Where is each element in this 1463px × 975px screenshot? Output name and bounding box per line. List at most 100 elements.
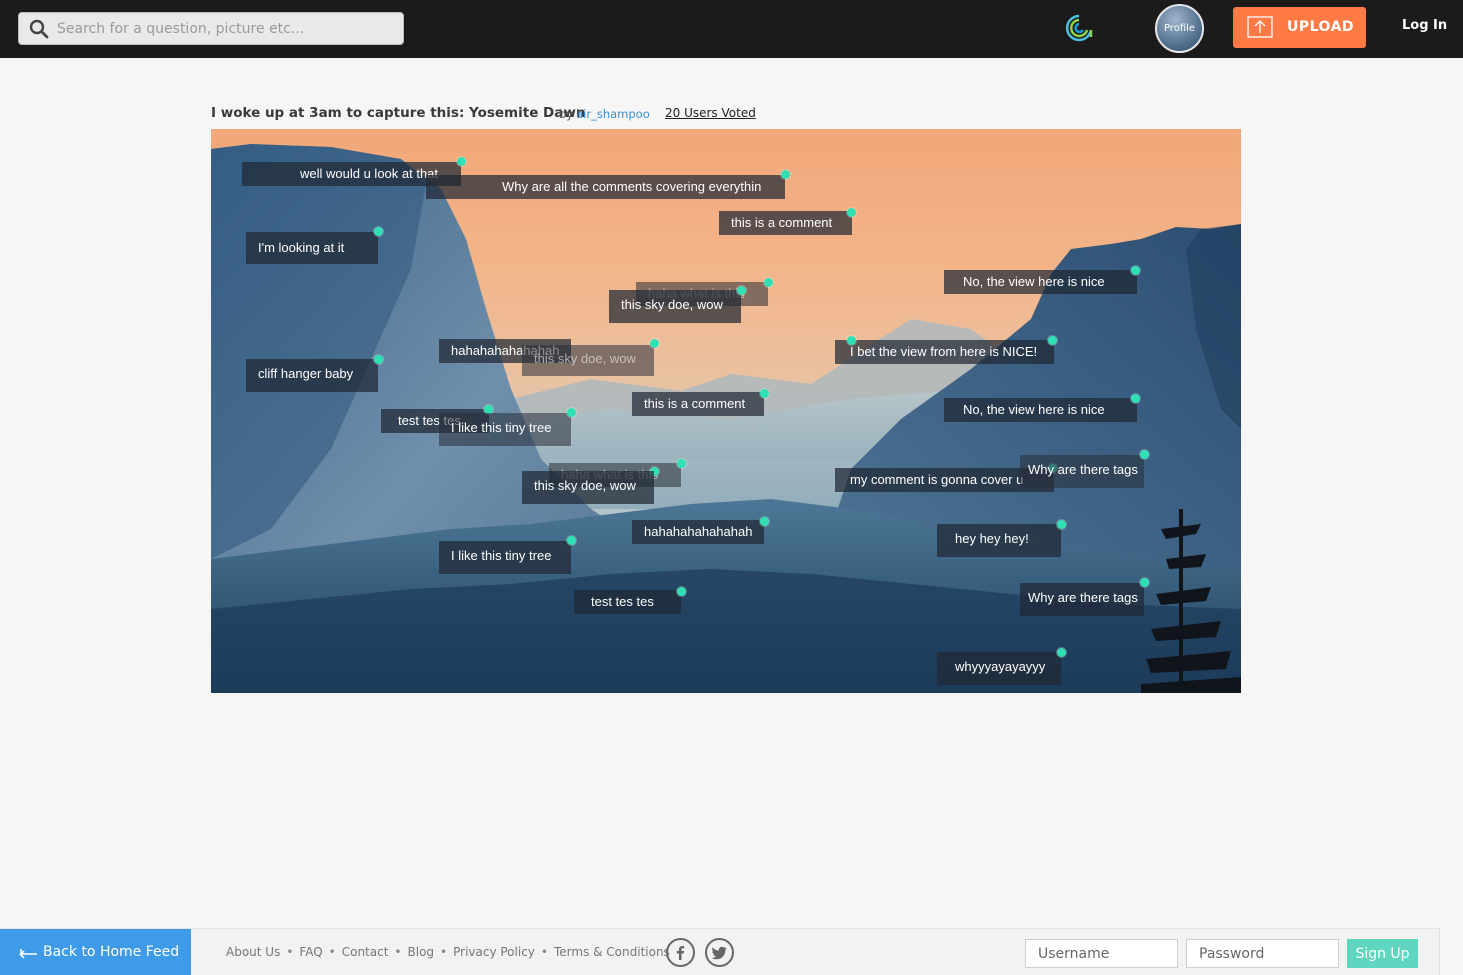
link-separator: • — [286, 945, 294, 959]
comment-text: Why are there tags — [1028, 590, 1138, 605]
post-byline: by air_shampoo — [559, 107, 650, 121]
comment-text: No, the view here is nice — [963, 274, 1105, 289]
comment-text: my comment is gonna cover u — [850, 472, 1024, 487]
comment-tag[interactable]: hahahahahahahah — [632, 520, 764, 544]
footer-link-blog[interactable]: Blog — [408, 945, 435, 959]
search-icon[interactable] — [29, 19, 49, 39]
comment-anchor-dot[interactable] — [374, 355, 383, 364]
comment-anchor-dot[interactable] — [1131, 266, 1140, 275]
password-field[interactable] — [1186, 939, 1339, 968]
comment-text: this sky doe, wow — [534, 351, 636, 366]
comment-text: I like this tiny tree — [451, 420, 552, 435]
comment-anchor-dot[interactable] — [847, 336, 856, 345]
comment-anchor-dot[interactable] — [760, 389, 769, 398]
comment-tag[interactable]: I'm looking at it — [246, 232, 378, 264]
site-logo-icon[interactable] — [1063, 12, 1095, 44]
post-photo[interactable]: well would u look at that Why are all th… — [211, 129, 1241, 693]
profile-label: Profile — [1163, 23, 1196, 34]
comment-anchor-dot[interactable] — [1057, 648, 1066, 657]
comment-anchor-dot[interactable] — [567, 536, 576, 545]
link-separator: • — [540, 945, 548, 959]
upload-label: UPLOAD — [1287, 19, 1355, 35]
footer-link-contact[interactable]: Contact — [342, 945, 389, 959]
login-link[interactable]: Log In — [1402, 18, 1447, 33]
comment-tag[interactable]: this is a comment — [632, 392, 764, 416]
comment-anchor-dot[interactable] — [1140, 578, 1149, 587]
comment-text: cliff hanger baby — [258, 366, 354, 381]
username-field[interactable] — [1025, 939, 1178, 968]
back-arrow-icon — [19, 949, 37, 959]
comment-anchor-dot[interactable] — [677, 459, 686, 468]
search-input[interactable] — [57, 17, 397, 41]
footer-link-privacy[interactable]: Privacy Policy — [453, 945, 535, 959]
top-navigation-bar: Profile UPLOAD Log In — [0, 0, 1463, 58]
comment-anchor-dot[interactable] — [847, 208, 856, 217]
comment-anchor-dot[interactable] — [781, 170, 790, 179]
back-label: Back to Home Feed — [43, 944, 180, 960]
comment-tag[interactable]: I like this tiny tree — [439, 413, 571, 446]
facebook-icon[interactable] — [666, 938, 695, 967]
comment-text: Why are all the comments covering everyt… — [502, 179, 762, 194]
comment-text: hey hey hey! — [955, 531, 1029, 546]
author-link[interactable]: air_shampoo — [576, 107, 650, 121]
comment-anchor-dot[interactable] — [650, 339, 659, 348]
link-separator: • — [328, 945, 336, 959]
search-box[interactable] — [18, 12, 404, 45]
footer-link-about[interactable]: About Us — [226, 945, 280, 959]
comment-text: this sky doe, wow — [621, 297, 723, 312]
footer-bar: Back to Home Feed About Us • FAQ • Contact • B… — [0, 928, 1440, 975]
footer-link-terms[interactable]: Terms & Conditions — [554, 945, 670, 959]
comment-anchor-dot[interactable] — [677, 587, 686, 596]
comment-tag[interactable]: this is a comment — [719, 211, 852, 235]
comment-anchor-dot[interactable] — [567, 408, 576, 417]
comment-tag[interactable]: test tes tes — [574, 590, 681, 614]
comment-text: hahahahahahahah — [644, 524, 753, 539]
back-to-feed-button[interactable]: Back to Home Feed — [0, 929, 191, 975]
comment-tag[interactable]: Why are there tags — [1020, 455, 1144, 488]
comment-anchor-dot[interactable] — [374, 227, 383, 236]
comment-text: Why are there tags — [1028, 462, 1138, 477]
comment-tag[interactable]: No, the view here is nice — [944, 398, 1137, 422]
comment-anchor-dot[interactable] — [1048, 336, 1057, 345]
footer-link-faq[interactable]: FAQ — [299, 945, 322, 959]
comment-anchor-dot[interactable] — [457, 157, 466, 166]
comment-anchor-dot[interactable] — [737, 286, 746, 295]
upload-button[interactable]: UPLOAD — [1233, 7, 1366, 48]
comment-text: this is a comment — [644, 396, 746, 411]
comment-tag[interactable]: I like this tiny tree — [439, 541, 571, 574]
by-label: by — [559, 107, 574, 121]
profile-avatar[interactable]: Profile — [1155, 4, 1204, 53]
link-separator: • — [440, 945, 448, 959]
sign-up-button[interactable]: Sign Up — [1347, 939, 1418, 968]
post-title: I woke up at 3am to capture this: Yosemi… — [211, 105, 586, 121]
comment-text: this sky doe, wow — [534, 478, 636, 493]
comment-tag[interactable]: Why are all the comments covering everyt… — [426, 175, 785, 199]
comment-tag[interactable]: whyyyayayayyy — [937, 652, 1061, 685]
comment-text: whyyyayayayyy — [955, 659, 1046, 674]
comment-text: I like this tiny tree — [451, 548, 552, 563]
link-separator: • — [394, 945, 402, 959]
comment-text: test tes tes — [591, 594, 654, 609]
comment-anchor-dot[interactable] — [1140, 450, 1149, 459]
comment-anchor-dot[interactable] — [1057, 520, 1066, 529]
comment-text: No, the view here is nice — [963, 402, 1105, 417]
comment-tag[interactable]: cliff hanger baby — [246, 359, 378, 392]
upload-icon — [1247, 16, 1273, 38]
twitter-icon[interactable] — [705, 938, 734, 967]
comment-text: I'm looking at it — [258, 240, 345, 255]
comment-tag[interactable]: this sky doe, wow — [609, 290, 741, 323]
comment-anchor-dot[interactable] — [760, 517, 769, 526]
comment-tag[interactable]: Why are there tags — [1020, 583, 1144, 616]
comment-tag[interactable]: hey hey hey! — [937, 524, 1061, 557]
comment-anchor-dot[interactable] — [764, 278, 773, 287]
comment-text: this is a comment — [731, 215, 833, 230]
comment-tag[interactable]: this sky doe, wow — [522, 345, 654, 376]
comment-tag[interactable]: I bet the view from here is NICE! — [835, 340, 1054, 364]
comment-tag[interactable]: No, the view here is nice — [944, 270, 1137, 294]
footer-links: About Us • FAQ • Contact • Blog • Privacy Policy… — [226, 945, 670, 959]
votes-link[interactable]: 20 Users Voted — [665, 106, 756, 120]
comment-text: well would u look at that — [300, 166, 439, 181]
comment-text: I bet the view from here is NICE! — [850, 344, 1038, 359]
comment-anchor-dot[interactable] — [1131, 394, 1140, 403]
comment-tag[interactable]: this sky doe, wow — [522, 471, 654, 504]
